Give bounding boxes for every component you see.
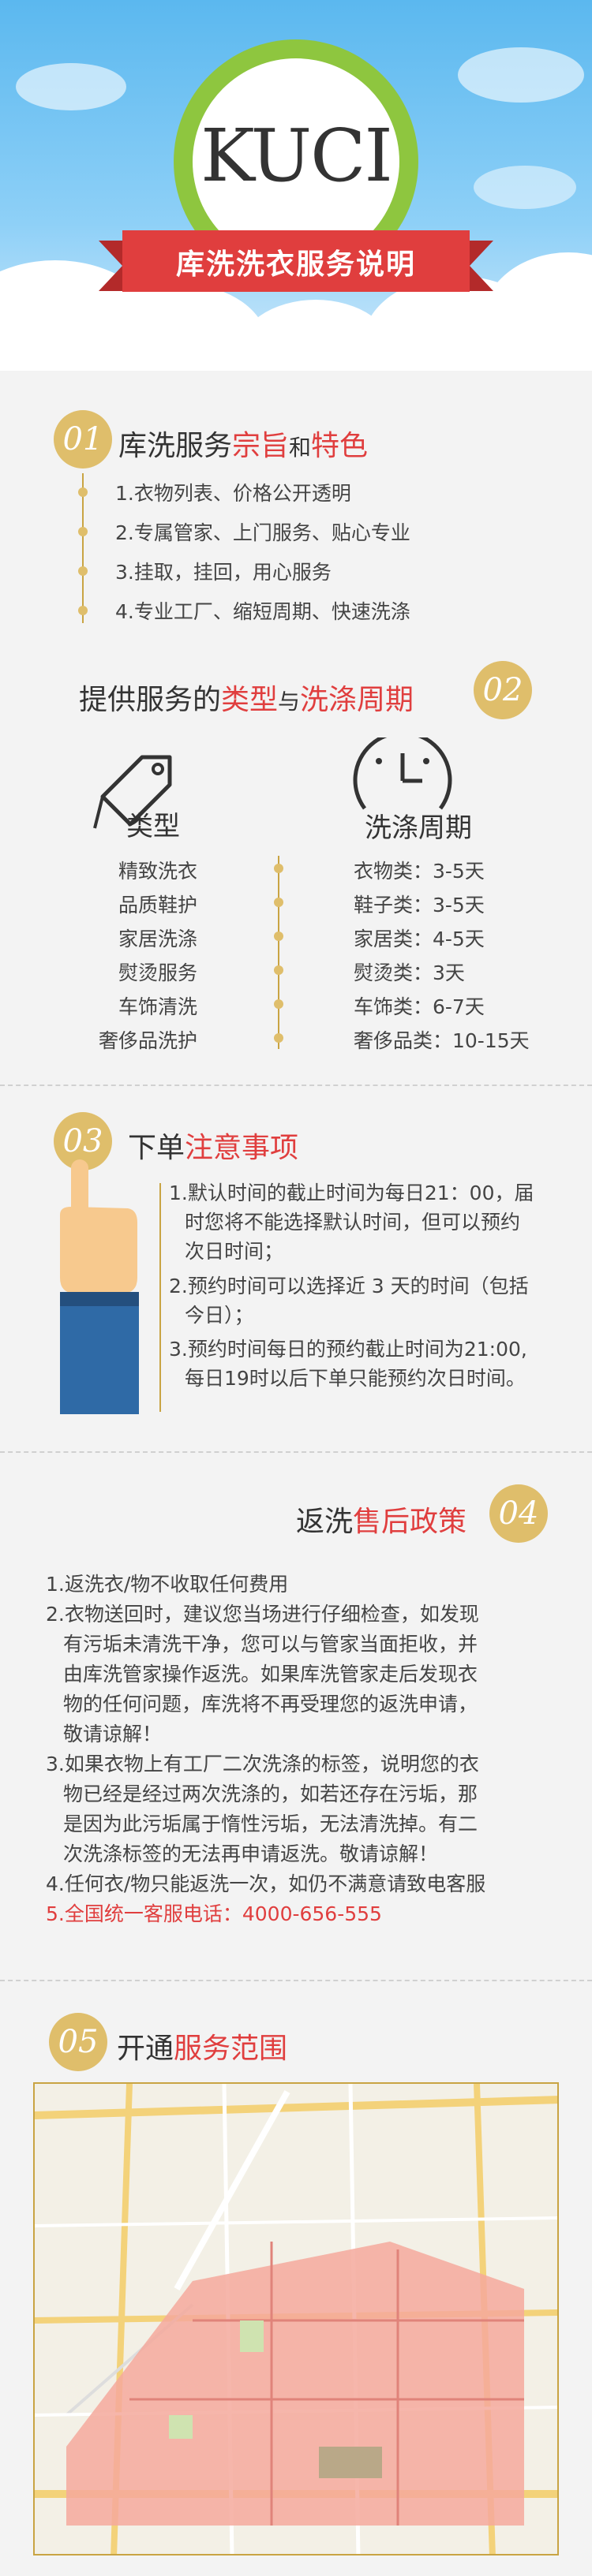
list-item: 4.专业工厂、缩短周期、快速洗涤	[115, 600, 410, 623]
list-item: 2.专属管家、上门服务、贴心专业	[115, 521, 410, 544]
section-number: 04	[489, 1484, 548, 1543]
section-title: 提供服务的类型与洗涤周期	[79, 684, 414, 716]
clock-icon	[353, 737, 452, 810]
pointing-hand-icon	[60, 1159, 139, 1414]
hotline-link[interactable]: 5.全国统一客服电话：4000-656-555	[46, 1899, 485, 1929]
timeline-dot	[274, 931, 283, 941]
cloud	[458, 47, 584, 103]
timeline-dot	[78, 606, 88, 615]
cloud	[481, 252, 592, 371]
timeline-dot	[274, 999, 283, 1009]
types-header: 类型	[126, 811, 180, 842]
list-item: 1.衣物列表、价格公开透明	[115, 482, 351, 505]
service-area-map[interactable]	[33, 2082, 559, 2555]
ribbon-tail	[470, 241, 493, 291]
timeline-dot	[78, 487, 88, 497]
timeline-line	[278, 856, 279, 1049]
wash-period: 家居类：4-5天	[354, 928, 485, 950]
section-number: 05	[49, 2013, 107, 2071]
service-type: 熨烫服务	[118, 961, 197, 984]
note-item: 1.默认时间的截止时间为每日21：00，届 时您将不能选择默认时间，但可以预约 次日…	[169, 1182, 534, 1263]
title-ribbon: 库洗洗衣服务说明	[122, 230, 470, 292]
policy-list: 1.返洗衣/物不收取任何费用 2.衣物送回时，建议您当场进行仔细检查，如发现 有…	[46, 1570, 485, 1929]
section-title: 库洗服务宗旨和特色	[118, 430, 369, 462]
cloud	[474, 166, 576, 209]
wash-period: 衣物类：3-5天	[354, 860, 485, 883]
section-number: 02	[474, 661, 532, 719]
wash-period: 熨烫类：3天	[354, 961, 465, 984]
timeline-dot	[78, 527, 88, 536]
timeline-dot	[274, 965, 283, 975]
divider	[0, 1980, 592, 1981]
page-title: 库洗洗衣服务说明	[175, 248, 416, 281]
map-graphic	[35, 2084, 557, 2554]
timeline-dot	[274, 898, 283, 907]
list-item: 3.挂取，挂回，用心服务	[115, 561, 332, 584]
section-title: 下单注意事项	[128, 1132, 299, 1164]
logo-text: KUCI	[200, 114, 393, 198]
header-banner: KUCI 库洗洗衣服务说明	[0, 0, 592, 371]
note-item: 3.预约时间每日的预约截止时间为21:00, 每日19时以后下单只能预约次日时间。	[169, 1338, 527, 1390]
wash-period: 奢侈品类：10-15天	[354, 1029, 530, 1052]
section-title: 返洗售后政策	[296, 1506, 467, 1538]
ribbon-tail	[99, 241, 122, 291]
timeline-dot	[78, 566, 88, 576]
service-type: 精致洗衣	[118, 860, 197, 883]
service-type: 品质鞋护	[118, 894, 197, 917]
divider	[0, 1085, 592, 1086]
service-type: 家居洗涤	[118, 928, 197, 950]
section-title: 开通服务范围	[117, 2033, 288, 2065]
cloud	[16, 63, 126, 110]
service-type: 奢侈品洗护	[98, 1029, 197, 1052]
note-item: 2.预约时间可以选择近 3 天的时间（包括 今日）；	[169, 1275, 529, 1327]
divider	[0, 1451, 592, 1453]
wash-period: 鞋子类：3-5天	[354, 894, 485, 917]
wash-period: 车饰类：6-7天	[354, 995, 485, 1018]
timeline-line	[159, 1183, 161, 1412]
periods-header: 洗涤周期	[365, 812, 472, 844]
timeline-dot	[274, 864, 283, 873]
section-number: 01	[54, 410, 112, 469]
timeline-dot	[274, 1033, 283, 1043]
service-type: 车饰清洗	[118, 995, 197, 1018]
